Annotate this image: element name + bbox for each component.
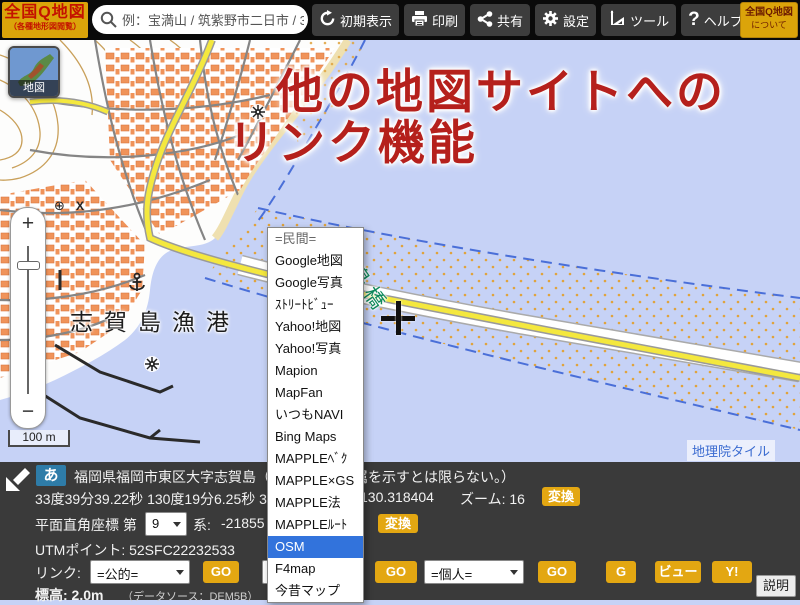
info-panel: あ 福岡県福岡市東区大字志賀島（この表示が所属を示すとは限らない。） 33度39… [0, 462, 800, 600]
plane-coords-label: 平面直角座標 第 [35, 515, 137, 535]
chevron-down-icon [510, 570, 518, 575]
chevron-down-icon [173, 522, 181, 527]
zoom-out-button[interactable]: − [11, 400, 45, 424]
dropdown-item[interactable]: =民間= [268, 228, 363, 250]
dropdown-item[interactable]: MAPPLEﾙｰﾄ [268, 514, 363, 536]
circle-plus-symbol: ⊕ [54, 198, 65, 213]
tools-button[interactable]: ツール [601, 4, 676, 36]
site-logo-title: 全国Q地図 [2, 5, 88, 21]
print-button[interactable]: 印刷 [404, 4, 465, 36]
dropdown-item[interactable]: F4map [268, 558, 363, 580]
map-viewport[interactable]: ⊕ X [0, 40, 800, 462]
tools-label: ツール [630, 11, 669, 30]
dropdown-item[interactable]: Google地図 [268, 250, 363, 272]
dropdown-item[interactable]: Bing Maps [268, 426, 363, 448]
kana-badge[interactable]: あ [36, 465, 66, 486]
site-logo-subtitle: （各種地形図閲覧） [2, 23, 88, 31]
about-site-button[interactable]: 全国Q地図 について [740, 2, 798, 38]
dropdown-item[interactable]: OSM [268, 536, 363, 558]
zoom-control[interactable]: + − [10, 207, 46, 429]
dropdown-item[interactable]: いつもNAVI [268, 404, 363, 426]
beacon-icon [144, 356, 160, 372]
settings-button[interactable]: 設定 [535, 4, 596, 36]
layer-button-label: 地図 [10, 80, 58, 96]
dropdown-item[interactable]: MAPPLE×GS [268, 470, 363, 492]
description-button[interactable]: 説明 [756, 575, 796, 597]
link-label: リンク: [35, 563, 81, 583]
about-line2: について [741, 21, 797, 30]
go-personal-button[interactable]: GO [538, 561, 576, 583]
convert-plane-button[interactable]: 変換 [378, 514, 418, 533]
convert-coords-button[interactable]: 変換 [542, 487, 580, 506]
port-name-label: 志賀島漁港 [70, 303, 240, 337]
settings-label: 設定 [563, 11, 589, 30]
dropdown-item[interactable]: ｽﾄﾘｰﾄﾋﾞｭｰ [268, 294, 363, 316]
dropdown-item[interactable]: Yahoo!地図 [268, 316, 363, 338]
plane-coords-suffix: 系: [193, 515, 211, 535]
map-links-dropdown: =民間=Google地図Google写真ｽﾄﾘｰﾄﾋﾞｭｰYahoo!地図Yah… [267, 227, 364, 603]
go-public-button[interactable]: GO [203, 561, 239, 583]
streetview-shortcut-button[interactable]: ビュー [655, 561, 701, 583]
zoom-slider-handle[interactable] [17, 261, 40, 270]
layer-select-button[interactable]: 地図 [8, 46, 60, 98]
about-line1: 全国Q地図 [741, 8, 797, 18]
plane-zone-value: 9 [152, 516, 159, 531]
printer-icon [411, 11, 428, 30]
gear-icon [542, 10, 559, 30]
utm-point-text: UTMポイント: 52SFC22232533 [35, 540, 235, 560]
link-select-public[interactable]: =公的= [90, 560, 190, 584]
site-logo[interactable]: 全国Q地図 （各種地形図閲覧） [2, 2, 88, 38]
selected-point-cross-marker [381, 301, 415, 335]
coordinates-decimal: 130.318404 [360, 489, 434, 505]
link-select-public-value: =公的= [97, 567, 138, 582]
x-symbol: X [76, 199, 84, 213]
chevron-down-icon [176, 570, 184, 575]
zoom-level-text: ズーム: 16 [460, 489, 525, 509]
share-button[interactable]: 共有 [470, 4, 530, 36]
link-select-personal[interactable]: =個人= [424, 560, 524, 584]
search-icon [100, 11, 117, 33]
ruler-pen-icon [608, 10, 626, 30]
search-input[interactable] [120, 5, 306, 36]
qmap-app: { "topbar": { "logo_title": "全国Q地図", "lo… [0, 0, 800, 600]
search-box[interactable] [92, 5, 308, 34]
top-toolbar: 全国Q地図 （各種地形図閲覧） 初期表示 印刷 共有 [0, 0, 800, 40]
share-icon [477, 11, 493, 30]
point-arrow-icon[interactable] [5, 464, 33, 492]
question-icon: ? [688, 9, 700, 31]
yahoo-shortcut-button[interactable]: Y! [712, 561, 752, 583]
share-label: 共有 [497, 11, 523, 30]
map-attribution[interactable]: 地理院タイル [687, 440, 775, 461]
reset-view-button[interactable]: 初期表示 [312, 4, 399, 36]
help-label: ヘルプ [704, 11, 743, 30]
elevation-text: 標高: 2.0m [35, 585, 103, 605]
dropdown-item[interactable]: MAPPLE法 [268, 492, 363, 514]
refresh-icon [319, 10, 336, 30]
link-select-personal-value: =個人= [431, 567, 472, 582]
reset-view-label: 初期表示 [340, 11, 392, 30]
dropdown-item[interactable]: MapFan [268, 382, 363, 404]
print-label: 印刷 [432, 11, 458, 30]
overlay-headline-line2: リンク機能 [228, 104, 478, 173]
plane-zone-select[interactable]: 9 [145, 512, 187, 536]
dropdown-item[interactable]: Google写真 [268, 272, 363, 294]
elevation-source-text: （データソース：DEM5B） [122, 588, 258, 604]
google-shortcut-button[interactable]: G [606, 561, 636, 583]
dropdown-item[interactable]: MAPPLEﾍﾞｸ [268, 448, 363, 470]
zoom-in-button[interactable]: + [11, 212, 45, 236]
scale-bar: 100 m [8, 430, 70, 447]
dropdown-item[interactable]: Yahoo!写真 [268, 338, 363, 360]
dropdown-item[interactable]: 今昔マップ [268, 580, 363, 602]
dropdown-item[interactable]: Mapion [268, 360, 363, 382]
go-private-button[interactable]: GO [375, 561, 417, 583]
plane-coords-value: -21855 [221, 515, 265, 531]
